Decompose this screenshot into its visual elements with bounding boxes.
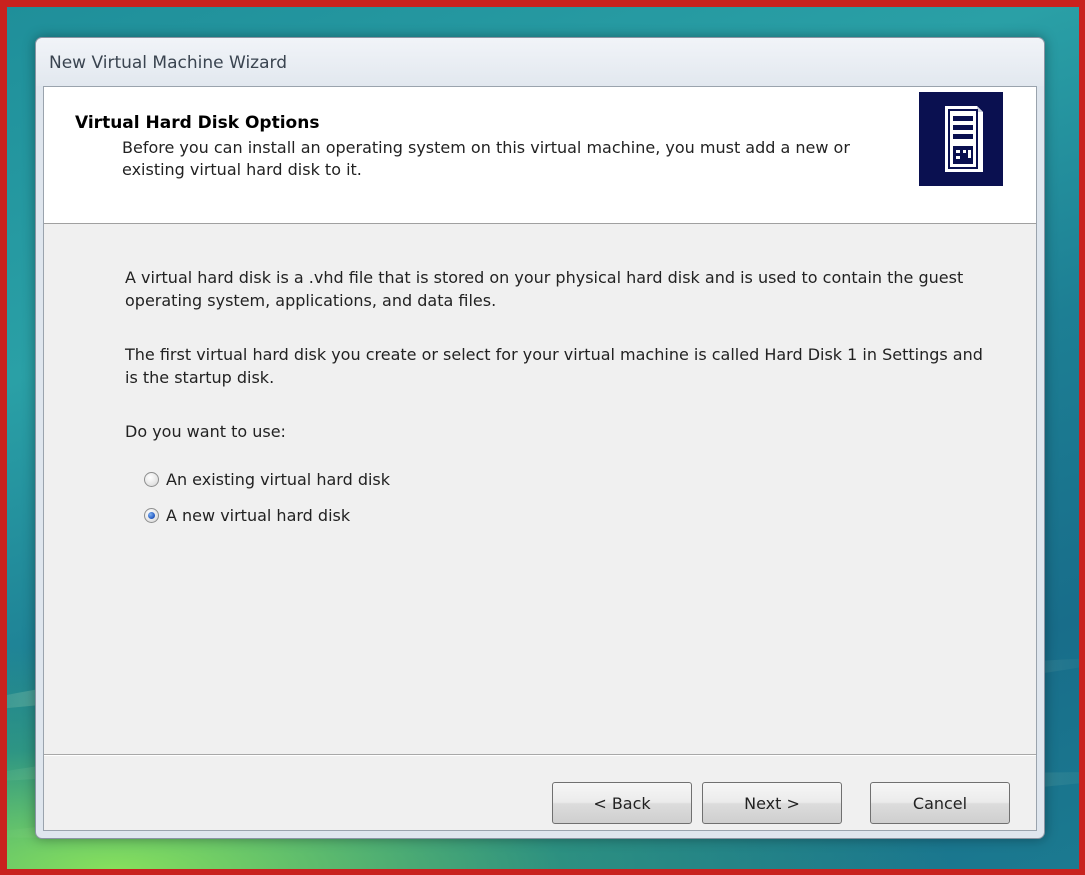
wizard-window: New Virtual Machine Wizard Virtual Hard … xyxy=(35,37,1045,839)
next-button[interactable]: Next > xyxy=(702,782,842,824)
cancel-button[interactable]: Cancel xyxy=(870,782,1010,824)
existing-disk-option[interactable]: An existing virtual hard disk xyxy=(144,468,390,490)
window-title: New Virtual Machine Wizard xyxy=(49,53,287,73)
new-disk-label[interactable]: A new virtual hard disk xyxy=(166,506,350,525)
desktop-background: New Virtual Machine Wizard Virtual Hard … xyxy=(7,7,1079,869)
server-tower-icon xyxy=(919,92,1003,186)
page-title: Virtual Hard Disk Options xyxy=(75,113,320,133)
new-disk-radio[interactable] xyxy=(144,507,159,523)
existing-disk-label[interactable]: An existing virtual hard disk xyxy=(166,470,390,489)
wizard-client-area: Virtual Hard Disk Options Before you can… xyxy=(43,86,1037,831)
back-button[interactable]: < Back xyxy=(552,782,692,824)
page-description: Before you can install an operating syst… xyxy=(122,138,850,179)
new-disk-option[interactable]: A new virtual hard disk xyxy=(144,504,350,526)
footer-separator xyxy=(44,754,1036,756)
existing-disk-radio[interactable] xyxy=(144,471,159,487)
description-paragraph-2: The first virtual hard disk you create o… xyxy=(125,345,983,387)
question-label: Do you want to use: xyxy=(125,422,286,441)
title-bar[interactable]: New Virtual Machine Wizard xyxy=(36,38,1044,86)
description-paragraph-1: A virtual hard disk is a .vhd file that … xyxy=(125,268,964,310)
wizard-header: Virtual Hard Disk Options Before you can… xyxy=(44,87,1036,224)
